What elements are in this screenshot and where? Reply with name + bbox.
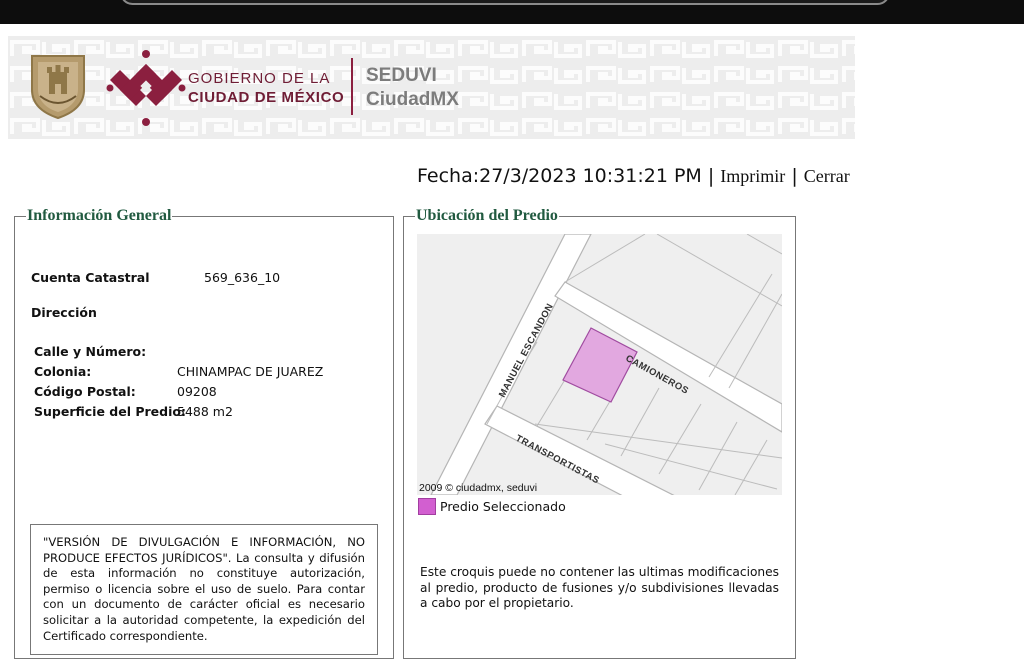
date-text: Fecha:27/3/2023 10:31:21 PM [417,165,702,187]
cuenta-label: Cuenta Catastral [31,270,150,285]
header-divider [351,58,353,115]
direccion-label: Dirección [31,305,97,320]
browser-top-bar [0,0,1024,24]
disclaimer-box: "VERSIÓN DE DIVULGACIÓN E INFORMACIÓN, N… [30,524,378,655]
cp-value: 09208 [177,384,217,399]
selected-lot-legend: Predio Seleccionado [440,499,566,514]
colonia-value: CHINAMPAC DE JUAREZ [177,364,324,379]
gobierno-text: GOBIERNO DE LA CIUDAD DE MÉXICO [188,69,344,107]
cp-label: Código Postal: [34,384,136,399]
agency-line-1: SEDUVI [366,65,437,86]
map-copyright: 2009 © ciudadmx, seduvi [419,482,538,494]
superficie-value: 5488 m2 [177,404,233,419]
address-bar[interactable] [120,0,890,5]
separator: | [707,165,715,187]
cdmx-logo-icon [106,50,186,126]
gobierno-line-1: GOBIERNO DE LA [188,70,331,87]
calle-label: Calle y Número: [34,344,147,359]
map-note: Este croquis puede no contener las ultim… [420,565,779,611]
colonia-label: Colonia: [34,364,92,379]
close-link[interactable]: Cerrar [804,166,850,186]
info-general-title: Información General [27,207,172,224]
date-bar: Fecha:27/3/2023 10:31:21 PM | Imprimir |… [417,165,850,187]
agency-line-2: CiudadMX [366,89,459,110]
selected-lot-swatch [418,498,436,515]
separator: | [791,165,798,187]
ubicacion-title: Ubicación del Predio [416,207,558,224]
print-link[interactable]: Imprimir [720,166,785,186]
cuenta-value: 569_636_10 [204,270,281,285]
location-map[interactable]: MANUEL ESCANDON CAMIONEROS TRANSPORTISTA… [417,234,782,495]
gobierno-line-2: CIUDAD DE MÉXICO [188,89,345,106]
header-banner: GOBIERNO DE LA CIUDAD DE MÉXICO SEDUVI C… [8,36,855,139]
map-drawing: MANUEL ESCANDON CAMIONEROS TRANSPORTISTA… [417,234,782,495]
agency-text: SEDUVI CiudadMX [366,64,459,112]
cdmx-shield-icon [31,55,85,120]
superficie-label: Superficie del Predio: [34,404,186,419]
